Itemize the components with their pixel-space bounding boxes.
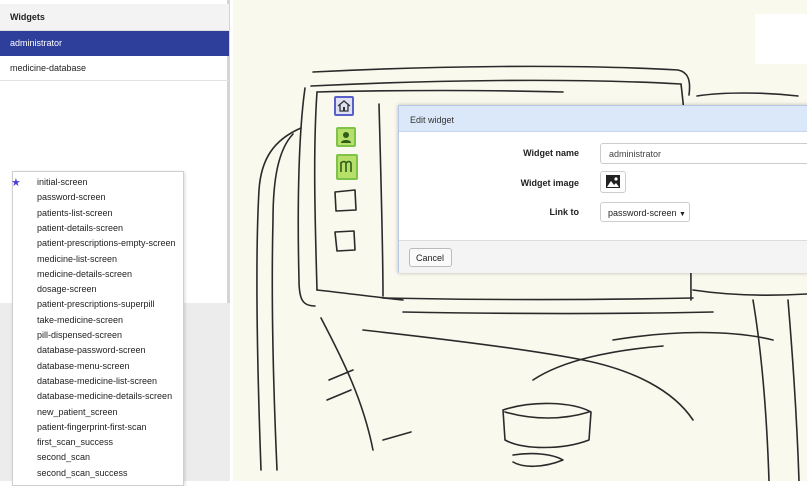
dialog-footer: Cancel xyxy=(399,240,807,273)
screen-option[interactable]: take-medicine-screen xyxy=(37,315,123,329)
screen-option[interactable]: initial-screen xyxy=(37,177,88,191)
screen-option[interactable]: database-menu-screen xyxy=(37,361,130,375)
cancel-button[interactable]: Cancel xyxy=(409,248,452,267)
widget-item-medicine-database[interactable]: medicine-database xyxy=(0,56,229,81)
link-to-select[interactable]: password-screen ▼ xyxy=(600,202,690,222)
administrator-widget-icon[interactable] xyxy=(336,127,356,147)
screen-option[interactable]: dosage-screen xyxy=(37,284,97,298)
home-widget-icon[interactable] xyxy=(334,96,354,116)
widget-item-administrator[interactable]: administrator xyxy=(0,31,229,56)
screen-option[interactable]: patient-prescriptions-superpill xyxy=(37,299,155,313)
widget-name-input[interactable]: administrator xyxy=(600,143,807,164)
caret-down-icon: ▼ xyxy=(679,211,686,218)
screen-option[interactable]: patients-list-screen xyxy=(37,208,113,222)
screen-option[interactable]: database-medicine-details-screen xyxy=(37,391,172,405)
screen-option[interactable]: second_scan xyxy=(37,452,90,466)
screen-option[interactable]: medicine-details-screen xyxy=(37,269,132,283)
screen-option[interactable]: patient-prescriptions-empty-screen xyxy=(37,238,176,252)
screen-option[interactable]: pill-dispensed-screen xyxy=(37,330,122,344)
widgets-header: Widgets xyxy=(0,4,229,31)
widget-image-label: Widget image xyxy=(520,178,579,188)
widget-image-button[interactable] xyxy=(600,171,626,193)
link-to-value: password-screen xyxy=(608,208,677,218)
edit-widget-dialog: Edit widget Widget name administrator Wi… xyxy=(398,105,807,273)
screen-option[interactable]: new_patient_screen xyxy=(37,407,118,421)
link-to-label: Link to xyxy=(549,207,580,217)
dialog-title: Edit widget xyxy=(399,106,807,132)
screen-option[interactable]: password-screen xyxy=(37,192,106,206)
image-icon xyxy=(606,175,620,188)
widget-name-label: Widget name xyxy=(523,148,579,158)
screen-option[interactable]: patient-details-screen xyxy=(37,223,123,237)
screen-option[interactable]: database-password-screen xyxy=(37,345,146,359)
screen-option[interactable]: patient-fingerprint-first-scan xyxy=(37,422,147,436)
screen-option[interactable]: second_scan_success xyxy=(37,468,128,482)
screen-option[interactable]: first_scan_success xyxy=(37,437,113,451)
medicine-database-widget-icon[interactable] xyxy=(336,154,358,180)
screen-option[interactable]: database-medicine-list-screen xyxy=(37,376,157,390)
star-icon: ★ xyxy=(11,177,21,189)
screen-option[interactable]: medicine-list-screen xyxy=(37,254,117,268)
